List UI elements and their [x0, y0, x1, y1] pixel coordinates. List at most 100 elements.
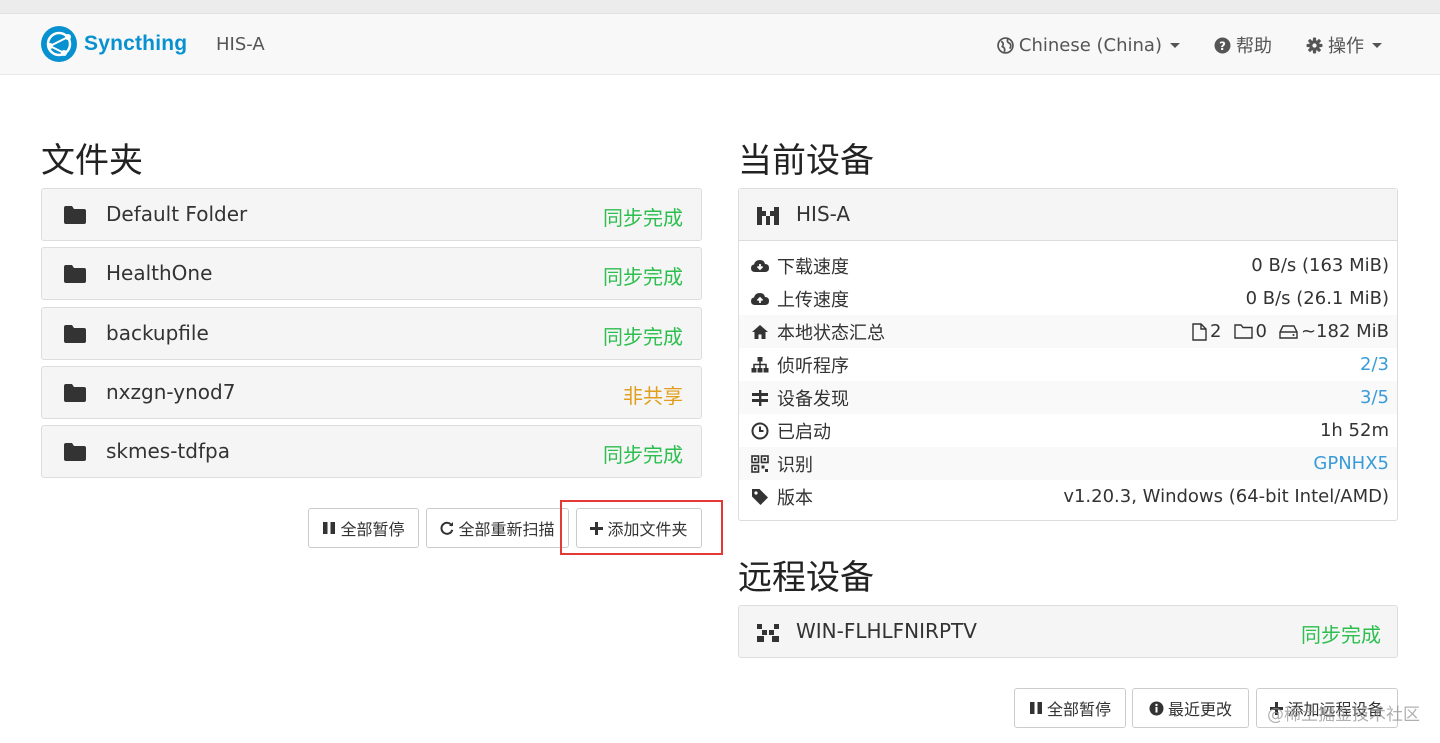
signpost-icon [752, 390, 768, 406]
device-id-row: 识别 GPNHX5 [739, 447, 1397, 480]
hard-drive-icon [1279, 324, 1298, 339]
listeners-label: 侦听程序 [777, 355, 849, 377]
help-label: 帮助 [1236, 36, 1272, 57]
discovery-label: 设备发现 [777, 388, 849, 410]
question-circle-icon: ? [1214, 37, 1231, 53]
syncthing-logo-icon [41, 26, 77, 62]
language-menu[interactable]: Chinese (China) [997, 35, 1180, 56]
folder-icon [64, 265, 86, 283]
actions-menu[interactable]: 操作 [1306, 32, 1382, 58]
size-total-value: ~182 MiB [1300, 321, 1389, 342]
svg-text:?: ? [1219, 38, 1226, 52]
language-label: Chinese (China) [1018, 34, 1162, 56]
this-device-name: HIS-A [796, 202, 851, 226]
uptime-row: 已启动 1h 52m [739, 414, 1397, 447]
folder-name: nxzgn-ynod7 [106, 380, 236, 404]
folder-name: HealthOne [106, 261, 213, 285]
dirs-count-value: 0 [1255, 321, 1267, 342]
watermark: @稀土掘金技术社区 [1267, 705, 1420, 725]
clock-icon [751, 422, 769, 440]
rescan-all-button[interactable]: 全部重新扫描 [426, 508, 569, 548]
size-total: ~182 MiB [1279, 321, 1389, 342]
remote-device-status: 同步完成 [1301, 623, 1381, 647]
chevron-down-icon [1372, 42, 1382, 48]
dirs-count: 0 [1233, 321, 1267, 342]
recent-changes-button[interactable]: 最近更改 [1132, 688, 1249, 728]
tag-icon [752, 489, 768, 505]
local-state-row: 本地状态汇总 2 0 ~182 MiB [739, 315, 1397, 348]
chevron-down-icon [1170, 42, 1180, 48]
files-count-value: 2 [1210, 321, 1222, 342]
version-value: v1.20.3, Windows (64-bit Intel/AMD) [1063, 486, 1389, 507]
refresh-icon [441, 521, 454, 535]
listeners-value[interactable]: 2/3 [1360, 354, 1389, 375]
navbar-right: Chinese (China) ? 帮助 操作 [963, 32, 1382, 58]
uptime-label: 已启动 [777, 421, 831, 443]
discovery-row: 设备发现 3/5 [739, 381, 1397, 414]
local-state-label: 本地状态汇总 [777, 322, 885, 344]
folders-title: 文件夹 [41, 141, 143, 181]
folder-name: skmes-tdfpa [106, 439, 230, 463]
this-device-panel: HIS-A 下载速度 0 B/s (163 MiB) 上传速度 0 B/s (2… [738, 188, 1398, 521]
this-device-title: 当前设备 [738, 141, 874, 181]
actions-label: 操作 [1328, 36, 1364, 57]
gear-icon [1306, 37, 1323, 53]
folder-panel[interactable]: skmes-tdfpa 同步完成 [41, 425, 702, 478]
navbar: Syncthing HIS-A Chinese (China) ? 帮助 操作 [0, 14, 1440, 75]
home-icon [752, 325, 768, 339]
discovery-value[interactable]: 3/5 [1360, 387, 1389, 408]
version-label: 版本 [777, 487, 813, 509]
uptime-value: 1h 52m [1319, 420, 1389, 441]
folder-status: 同步完成 [603, 206, 683, 230]
folder-status: 同步完成 [603, 443, 683, 467]
recent-changes-label: 最近更改 [1167, 700, 1232, 719]
pause-icon [323, 522, 336, 534]
folder-panel[interactable]: nxzgn-ynod7 非共享 [41, 366, 702, 419]
folder-icon [64, 325, 86, 343]
download-rate-value: 0 B/s (163 MiB) [1251, 255, 1389, 276]
folder-icon [64, 384, 86, 402]
remote-devices-title: 远程设备 [738, 558, 874, 598]
folder-panel[interactable]: HealthOne 同步完成 [41, 247, 702, 300]
download-rate-label: 下载速度 [777, 256, 849, 278]
window-top-strip [0, 0, 1440, 14]
upload-rate-row: 上传速度 0 B/s (26.1 MiB) [739, 282, 1397, 315]
highlight-annotation [560, 500, 723, 555]
pause-all-folders-button[interactable]: 全部暂停 [308, 508, 419, 548]
remote-device-panel[interactable]: WIN-FLHLFNIRPTV 同步完成 [738, 605, 1398, 658]
pause-all-devices-button[interactable]: 全部暂停 [1014, 688, 1126, 728]
sitemap-icon [751, 357, 769, 373]
help-menu[interactable]: ? 帮助 [1214, 32, 1272, 58]
device-id-value[interactable]: GPNHX5 [1313, 453, 1389, 474]
pause-icon [1029, 702, 1042, 714]
folder-icon [64, 443, 86, 461]
qrcode-icon [751, 455, 769, 473]
globe-icon [997, 36, 1014, 54]
local-state-value: 2 0 ~182 MiB [1180, 321, 1389, 342]
folder-status: 同步完成 [603, 325, 683, 349]
pause-all-label: 全部暂停 [340, 520, 405, 539]
info-circle-icon [1149, 701, 1164, 715]
this-device-header[interactable]: HIS-A [739, 189, 1397, 241]
navbar-device-name: HIS-A [216, 34, 265, 55]
listeners-row: 侦听程序 2/3 [739, 348, 1397, 381]
device-identicon-icon [757, 207, 779, 225]
folder-open-icon [1233, 324, 1253, 339]
brand-name: Syncthing [84, 32, 188, 55]
cloud-download-icon [751, 260, 769, 272]
file-icon [1192, 322, 1207, 341]
device-id-label: 识别 [777, 454, 813, 476]
folder-panel[interactable]: Default Folder 同步完成 [41, 188, 702, 241]
folder-icon [64, 206, 86, 224]
files-count: 2 [1192, 321, 1222, 342]
remote-device-name: WIN-FLHLFNIRPTV [796, 619, 977, 643]
rescan-all-label: 全部重新扫描 [458, 520, 555, 539]
folder-panel[interactable]: backupfile 同步完成 [41, 307, 702, 360]
version-row: 版本 v1.20.3, Windows (64-bit Intel/AMD) [739, 480, 1397, 513]
folder-status: 同步完成 [603, 265, 683, 289]
folder-name: backupfile [106, 321, 209, 345]
brand[interactable]: Syncthing [40, 25, 187, 63]
upload-rate-value: 0 B/s (26.1 MiB) [1245, 288, 1389, 309]
upload-rate-label: 上传速度 [777, 289, 849, 311]
cloud-upload-icon [751, 293, 769, 305]
